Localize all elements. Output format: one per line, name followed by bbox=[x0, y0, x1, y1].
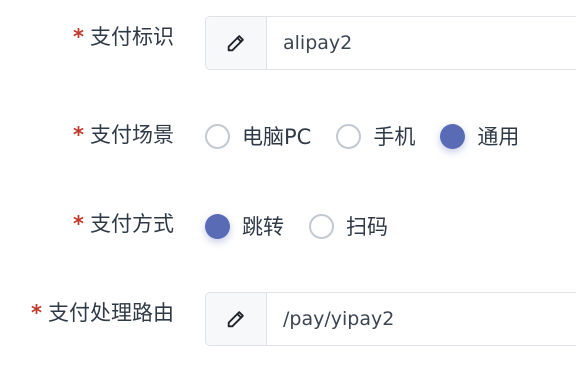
pay-id-input-group bbox=[205, 16, 576, 70]
pencil-icon bbox=[206, 17, 267, 69]
radio-label[interactable]: 通用 bbox=[477, 121, 519, 151]
pay-id-row: * 支付标识 bbox=[0, 16, 576, 72]
pay-method-label-text: 支付方式 bbox=[90, 212, 174, 236]
pay-scene-label: * 支付场景 bbox=[73, 121, 174, 149]
pay-scene-row: * 支付场景 电脑PC 手机 通用 bbox=[0, 120, 576, 152]
required-mark: * bbox=[73, 25, 84, 49]
pay-route-row: * 支付处理路由 bbox=[0, 292, 576, 348]
pay-route-input-group bbox=[205, 292, 576, 346]
pay-method-radio-group: 跳转 扫码 bbox=[205, 210, 413, 242]
radio-circle[interactable] bbox=[336, 123, 362, 149]
pay-id-label-text: 支付标识 bbox=[90, 25, 174, 49]
pay-method-option-qrcode[interactable]: 扫码 bbox=[309, 211, 388, 241]
pay-scene-option-pc[interactable]: 电脑PC bbox=[205, 121, 311, 151]
pay-id-label: * 支付标识 bbox=[73, 23, 174, 51]
radio-label[interactable]: 扫码 bbox=[346, 211, 388, 241]
radio-circle[interactable] bbox=[309, 213, 334, 239]
payment-config-form: *支付标识 *支付场景 电脑PC 手机 bbox=[0, 0, 576, 367]
required-mark: * bbox=[73, 212, 84, 236]
pay-scene-label-text: 支付场景 bbox=[90, 123, 174, 147]
radio-circle[interactable] bbox=[205, 123, 230, 149]
pay-route-label-text: 支付处理路由 bbox=[48, 301, 174, 325]
pay-scene-option-mobile[interactable]: 手机 bbox=[336, 121, 415, 151]
pay-id-input[interactable] bbox=[268, 17, 576, 69]
pay-method-row: * 支付方式 跳转 扫码 bbox=[0, 210, 576, 242]
pay-route-input[interactable] bbox=[268, 293, 576, 345]
radio-circle-checked[interactable] bbox=[440, 123, 466, 149]
pay-route-label: * 支付处理路由 bbox=[31, 299, 174, 327]
pay-scene-radio-group: 电脑PC 手机 通用 bbox=[205, 120, 544, 152]
radio-label[interactable]: 跳转 bbox=[242, 211, 284, 241]
pay-method-option-redirect[interactable]: 跳转 bbox=[205, 211, 284, 241]
radio-circle-checked[interactable] bbox=[205, 213, 230, 239]
required-mark: * bbox=[31, 301, 42, 325]
pay-method-label: * 支付方式 bbox=[73, 210, 174, 238]
required-mark: * bbox=[73, 123, 84, 147]
pay-scene-option-general[interactable]: 通用 bbox=[440, 121, 519, 151]
radio-label[interactable]: 电脑PC bbox=[242, 121, 311, 151]
radio-label[interactable]: 手机 bbox=[373, 121, 415, 151]
pencil-icon bbox=[206, 293, 267, 345]
